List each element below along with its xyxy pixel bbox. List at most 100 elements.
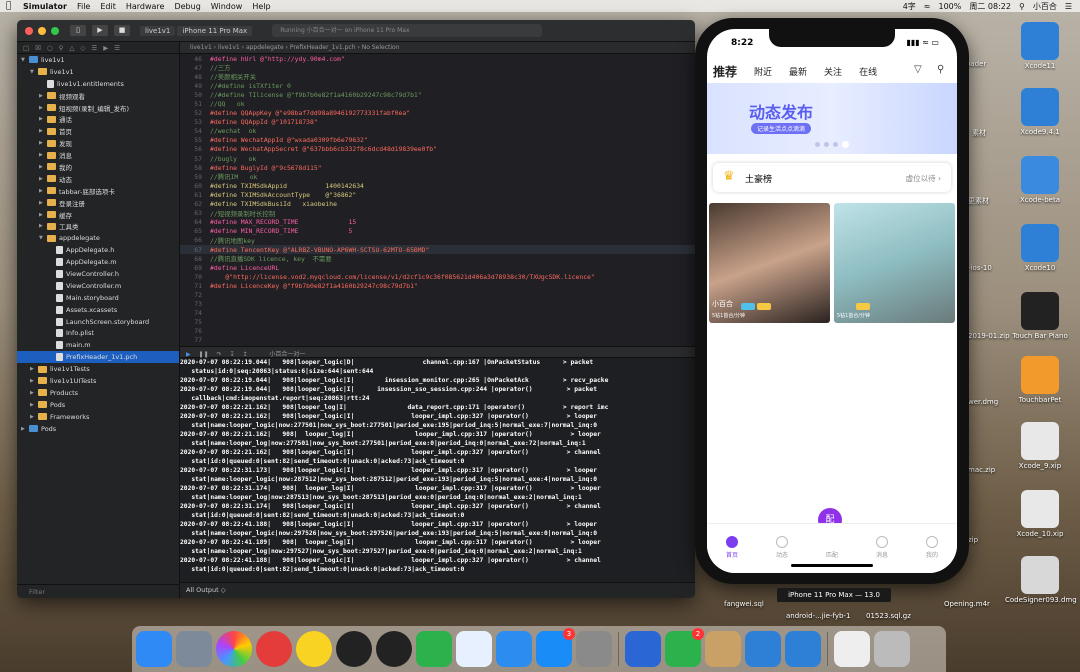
navigator-item[interactable]: Info.plist xyxy=(17,327,179,339)
navigator-item[interactable]: ▶ tabbar-底部选项卡 xyxy=(17,185,179,197)
scheme-selector[interactable]: live1v1 xyxy=(140,25,176,36)
code-line[interactable]: 68 //腾讯直播SDK licence, key 不需要 xyxy=(180,254,695,264)
disclosure-closed-icon[interactable]: ▶ xyxy=(39,152,47,158)
archive-utility-icon[interactable] xyxy=(705,631,741,667)
input-method[interactable]: 4字 xyxy=(903,1,916,12)
wifi-icon[interactable]: ≈ xyxy=(924,2,931,11)
zoom-button[interactable] xyxy=(51,26,59,35)
breadcrumb[interactable]: live1v1 › live1v1 › appdelegate › Prefix… xyxy=(180,42,695,54)
carousel-dot[interactable] xyxy=(815,142,820,147)
code-line[interactable]: 57 //bugly ok xyxy=(180,154,695,163)
code-line[interactable]: 75 xyxy=(180,318,695,327)
step-over-icon[interactable]: ↷ xyxy=(217,351,222,358)
menu-icon[interactable]: ☰ xyxy=(1065,2,1072,11)
navigator-item[interactable]: ▶ 消息 xyxy=(17,149,179,161)
step-out-icon[interactable]: ↥ xyxy=(242,351,247,358)
carousel-dot[interactable] xyxy=(833,142,838,147)
folder-icon[interactable]: □ xyxy=(23,44,29,52)
cloud-drive-icon[interactable] xyxy=(456,631,492,667)
disclosure-closed-icon[interactable]: ▶ xyxy=(39,176,47,182)
disclosure-closed-icon[interactable]: ▶ xyxy=(30,402,38,408)
desktop-icon-xcode10[interactable]: Xcode10 xyxy=(1005,224,1075,272)
trash-icon[interactable] xyxy=(874,631,910,667)
tab-home[interactable]: 首页 xyxy=(717,536,747,573)
banner-carousel[interactable]: 动态发布 记录生活点点滴滴 xyxy=(707,83,957,154)
debug-target[interactable]: 小百合一对一 xyxy=(269,351,305,358)
navigator-item[interactable]: Main.storyboard xyxy=(17,292,179,304)
step-in-icon[interactable]: ↧ xyxy=(229,351,234,358)
code-line[interactable]: 73 xyxy=(180,300,695,309)
system-preferences-icon[interactable] xyxy=(576,631,612,667)
desktop-file[interactable]: 01523.sql.gz xyxy=(866,612,911,620)
navigator-item[interactable]: ▶ 通话 xyxy=(17,113,179,125)
xcode-icon[interactable] xyxy=(785,631,821,667)
desktop-icon-touchbarpet[interactable]: TouchbarPet xyxy=(1005,356,1075,404)
code-line[interactable]: 49 //#define isTXfiter 0 xyxy=(180,81,695,90)
navigator-item[interactable]: ▶ Pods xyxy=(17,399,179,411)
navigator-item[interactable]: ViewController.m xyxy=(17,280,179,292)
video-player-icon[interactable] xyxy=(496,631,532,667)
code-line[interactable]: 52 #define QQAppKey @"e98baf7dd98a8946192… xyxy=(180,109,695,118)
carousel-dot[interactable] xyxy=(824,142,829,147)
disclosure-open-icon[interactable]: ▼ xyxy=(39,235,47,241)
navigator-item[interactable]: ▶ Frameworks xyxy=(17,411,179,423)
navigator-item[interactable]: ▶ 首页 xyxy=(17,125,179,137)
code-line[interactable]: 54 //wechat ok xyxy=(180,127,695,136)
menu-edit[interactable]: Edit xyxy=(100,2,116,11)
disclosure-closed-icon[interactable]: ▶ xyxy=(39,164,47,170)
code-line[interactable]: 60 #define TXIMSdkAppid 1400142634 xyxy=(180,181,695,190)
host-card[interactable]: 5钻1首合/分钟 xyxy=(834,203,955,323)
desktop-icon-xcode11[interactable]: Xcode11 xyxy=(1005,22,1075,70)
output-selector[interactable]: All Output ◇ xyxy=(186,586,226,594)
navigator-item[interactable]: ▶ 发现 xyxy=(17,137,179,149)
test-icon[interactable]: ◇ xyxy=(80,44,85,52)
code-line[interactable]: 50 //#define TIlicense @"f9b7b0e82f1a4160… xyxy=(180,90,695,99)
tab-online[interactable]: 在线 xyxy=(859,65,877,78)
tab-profile[interactable]: 我的 xyxy=(917,536,947,573)
code-line[interactable]: 67 #define TencentKey @"ALRBZ-VBUNO-AP6WH… xyxy=(180,244,695,255)
disclosure-open-icon[interactable]: ▼ xyxy=(30,69,38,75)
disclosure-closed-icon[interactable]: ▶ xyxy=(30,390,38,396)
desktop-label[interactable]: oader xyxy=(966,60,986,68)
navigator-item[interactable]: ▶ live1v1Tests xyxy=(17,363,179,375)
code-line[interactable]: 69 #define LicenceURL xyxy=(180,263,695,272)
warning-icon[interactable]: △ xyxy=(69,44,74,52)
qq-music-icon[interactable] xyxy=(296,631,332,667)
code-line[interactable]: 65 #define MIN_RECORD_TIME 5 xyxy=(180,227,695,236)
device-selector[interactable]: iPhone 11 Pro Max xyxy=(177,25,253,36)
disclosure-closed-icon[interactable]: ▶ xyxy=(30,378,38,384)
navigator-item[interactable]: ViewController.h xyxy=(17,268,179,280)
code-line[interactable]: 48 //美颜相关开关 xyxy=(180,72,695,82)
desktop-icon-touchbar-piano[interactable]: Touch Bar Piano xyxy=(1005,292,1075,340)
navigator-item[interactable]: live1v1.entitlements xyxy=(17,78,179,90)
tab-match[interactable]: 匹配 xyxy=(817,536,847,573)
code-line[interactable]: 55 #define WechatAppId @"wxada0309fb6e796… xyxy=(180,136,695,145)
disclosure-closed-icon[interactable]: ▶ xyxy=(39,188,47,194)
code-line[interactable]: 66 //腾讯地图key xyxy=(180,236,695,245)
code-line[interactable]: 59 //腾讯IM ok xyxy=(180,172,695,182)
code-editor[interactable]: 46 #define hUrl @"http://ydy.90m4.com" 47 /… xyxy=(180,54,695,346)
stop-button[interactable]: ■ xyxy=(114,25,130,36)
search-icon[interactable]: ⚲ xyxy=(59,44,64,52)
navigator-item[interactable]: ▼ appdelegate xyxy=(17,232,179,244)
clock[interactable]: 周二 08:22 xyxy=(969,1,1011,12)
navigator-item[interactable]: LaunchScreen.storyboard xyxy=(17,316,179,328)
desktop-file[interactable]: android-...jie-fyb-1 xyxy=(786,612,850,620)
xcode-icon[interactable] xyxy=(745,631,781,667)
desktop-icon-xcode941[interactable]: Xcode9.4.1 xyxy=(1005,88,1075,136)
code-line[interactable]: 71 #define LicenceKey @"f9b7b0e82f1a4160b… xyxy=(180,281,695,290)
menu-help[interactable]: Help xyxy=(252,2,270,11)
navigator-item[interactable]: ▶ live1v1UITests xyxy=(17,375,179,387)
desktop-file[interactable]: fangwei.sql xyxy=(724,600,764,608)
battery-percent[interactable]: 100% xyxy=(938,2,961,11)
code-line[interactable]: 56 #define WechatAppSecret @"637bbb6cb332… xyxy=(180,145,695,154)
navigator-item[interactable]: AppDelegate.h xyxy=(17,244,179,256)
teamviewer-icon[interactable] xyxy=(625,631,661,667)
tab-follow[interactable]: 关注 xyxy=(824,65,842,78)
source-control-icon[interactable]: ☒ xyxy=(35,44,41,52)
navigator-item[interactable]: ▶ 短视频(录制_编辑_发布) xyxy=(17,102,179,114)
code-line[interactable]: 62 #define TXIMSdkBusiId xiaobeihe xyxy=(180,200,695,209)
carousel-dot[interactable] xyxy=(842,141,849,148)
tab-nearby[interactable]: 附近 xyxy=(754,65,772,78)
desktop-icon-xcode9xip[interactable]: Xcode_9.xip xyxy=(1005,422,1075,470)
